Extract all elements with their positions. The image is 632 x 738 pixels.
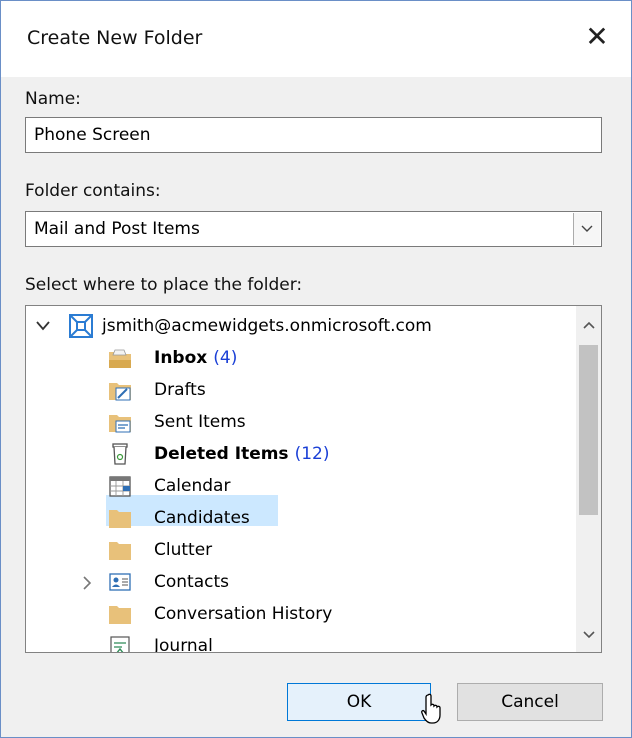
- tree-item-clutter[interactable]: Clutter: [26, 534, 586, 566]
- tree-item-calendar[interactable]: Calendar: [26, 470, 586, 502]
- dialog-title: Create New Folder: [27, 27, 203, 49]
- tree-item-label: Candidates: [154, 508, 250, 528]
- folder-contains-label: Folder contains:: [25, 181, 161, 201]
- chevron-down-icon: [582, 631, 595, 639]
- tree-item-sent-items[interactable]: Sent Items: [26, 406, 586, 438]
- tree-item-journal[interactable]: Journal: [26, 630, 586, 653]
- tree-item-inbox[interactable]: Inbox (4): [26, 342, 586, 374]
- name-label: Name:: [25, 89, 81, 109]
- unread-count: (12): [294, 444, 330, 464]
- exchange-account-icon: [69, 314, 93, 338]
- chevron-right-icon[interactable]: [82, 576, 92, 590]
- inbox-icon: [109, 349, 131, 368]
- folder-icon: [109, 510, 131, 528]
- dropdown-button[interactable]: [573, 213, 600, 245]
- chevron-down-icon[interactable]: [36, 321, 50, 331]
- tree-item-label: Journal: [154, 636, 213, 653]
- scroll-thumb[interactable]: [579, 345, 598, 515]
- tree-item-candidates[interactable]: Candidates: [26, 502, 586, 534]
- chevron-up-icon: [582, 321, 595, 329]
- drafts-icon: [109, 383, 131, 401]
- folder-icon: [109, 542, 131, 560]
- tree-item-label: Inbox: [154, 348, 208, 368]
- location-label: Select where to place the folder:: [25, 275, 303, 295]
- tree-item-label: Clutter: [154, 540, 213, 560]
- mouse-pointer-icon: [421, 693, 441, 724]
- tree-scrollbar[interactable]: [576, 306, 601, 652]
- tree-account-row[interactable]: jsmith@acmewidgets.onmicrosoft.com: [26, 310, 586, 342]
- unread-count: (4): [213, 348, 238, 368]
- cancel-button[interactable]: Cancel: [457, 683, 603, 721]
- ok-button[interactable]: OK: [287, 683, 431, 721]
- close-icon[interactable]: ✕: [577, 17, 617, 57]
- tree-item-label: Calendar: [154, 476, 231, 496]
- tree-item-contacts[interactable]: Contacts: [26, 566, 586, 598]
- scroll-down-button[interactable]: [576, 622, 601, 648]
- tree-item-label: Contacts: [154, 572, 229, 592]
- tree-item-label: Conversation History: [154, 604, 333, 624]
- calendar-icon: [109, 476, 131, 497]
- tree-item-label: Sent Items: [154, 412, 246, 432]
- tree-item-label: Drafts: [154, 380, 206, 400]
- folder-tree[interactable]: jsmith@acmewidgets.onmicrosoft.com Inbox…: [25, 305, 602, 653]
- tree-item-conversation-history[interactable]: Conversation History: [26, 598, 586, 630]
- folder-contains-value: Mail and Post Items: [34, 219, 200, 239]
- account-email: jsmith@acmewidgets.onmicrosoft.com: [102, 316, 432, 336]
- tree-item-deleted-items[interactable]: Deleted Items (12): [26, 438, 586, 470]
- create-new-folder-dialog: Create New Folder ✕ Name: Phone Screen F…: [0, 0, 632, 738]
- folder-contains-select[interactable]: Mail and Post Items: [25, 211, 602, 247]
- contacts-icon: [109, 573, 131, 591]
- journal-icon: [110, 636, 130, 652]
- chevron-down-icon: [581, 225, 593, 232]
- trash-icon: [112, 443, 128, 465]
- sent-items-icon: [109, 415, 131, 433]
- title-bar: Create New Folder ✕: [1, 1, 631, 77]
- scroll-up-button[interactable]: [576, 312, 601, 338]
- tree-item-label: Deleted Items: [154, 444, 289, 464]
- folder-icon: [109, 606, 131, 624]
- tree-item-drafts[interactable]: Drafts: [26, 374, 586, 406]
- name-field[interactable]: Phone Screen: [25, 117, 602, 153]
